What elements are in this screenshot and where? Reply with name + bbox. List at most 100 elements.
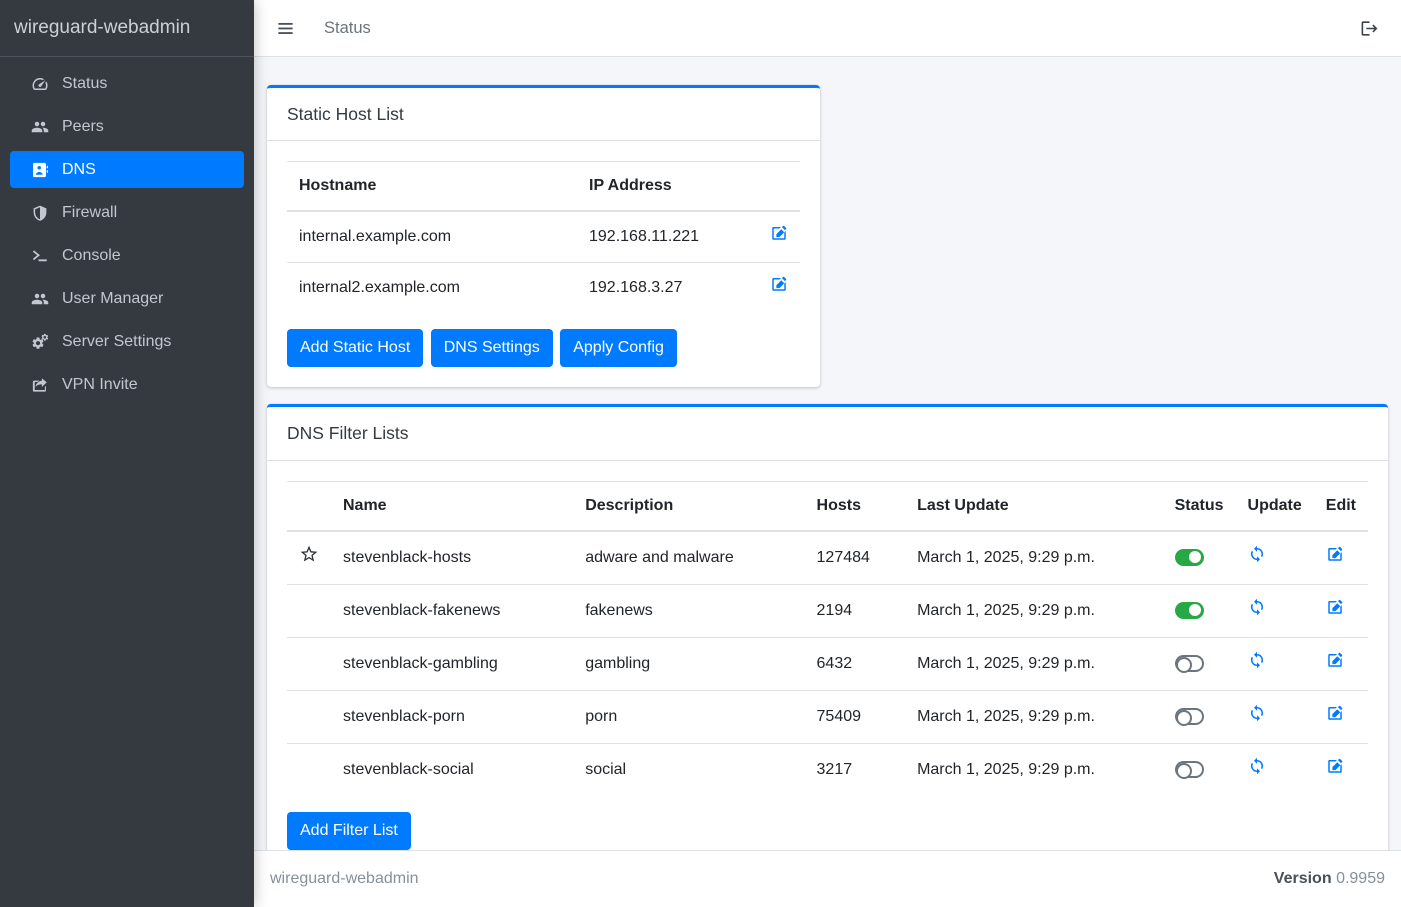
col-star: [287, 481, 331, 531]
filter-description-cell: social: [573, 743, 804, 796]
static-host-card-title: Static Host List: [267, 88, 820, 141]
filter-last-update-cell: March 1, 2025, 9:29 p.m.: [905, 690, 1163, 743]
filter-hosts-cell: 6432: [805, 637, 906, 690]
toggle-on-icon[interactable]: [1175, 549, 1204, 566]
ip-cell: 192.168.3.27: [577, 263, 758, 314]
sync-icon[interactable]: [1248, 545, 1266, 563]
filter-last-update-cell: March 1, 2025, 9:29 p.m.: [905, 584, 1163, 637]
tachometer-icon: [30, 75, 50, 93]
col-name: Name: [331, 481, 573, 531]
static-host-header-row: Hostname IP Address: [287, 162, 800, 212]
static-host-table: Hostname IP Address internal.example.com…: [287, 161, 800, 313]
star-icon: [299, 544, 319, 564]
sync-icon[interactable]: [1248, 651, 1266, 669]
sidebar-item-dns[interactable]: DNS: [10, 151, 244, 188]
toggle-off-icon[interactable]: [1175, 708, 1204, 725]
col-update: Update: [1236, 481, 1314, 531]
col-hostname: Hostname: [287, 162, 577, 212]
dns-settings-button[interactable]: DNS Settings: [431, 329, 553, 367]
sync-icon[interactable]: [1248, 757, 1266, 775]
filter-hosts-cell: 3217: [805, 743, 906, 796]
filter-name-cell: stevenblack-gambling: [331, 637, 573, 690]
shield-icon: [30, 204, 50, 222]
users-icon: [30, 118, 50, 136]
add-filter-list-button[interactable]: Add Filter List: [287, 812, 411, 850]
toggle-on-icon[interactable]: [1175, 602, 1204, 619]
sidebar-item-peers[interactable]: Peers: [10, 108, 244, 145]
dns-filter-lists-card: DNS Filter Lists Name Description Hosts: [267, 404, 1388, 850]
filter-hosts-cell: 127484: [805, 531, 906, 585]
edit-icon[interactable]: [1326, 704, 1344, 722]
topbar-title[interactable]: Status: [324, 16, 371, 41]
sidebar-item-status[interactable]: Status: [10, 65, 244, 102]
filter-last-update-cell: March 1, 2025, 9:29 p.m.: [905, 637, 1163, 690]
footer: wireguard-webadmin Version 0.9959: [254, 850, 1401, 907]
col-description: Description: [573, 481, 804, 531]
static-host-row: internal2.example.com 192.168.3.27: [287, 263, 800, 314]
dns-filter-table: Name Description Hosts Last Update Statu…: [287, 481, 1368, 796]
sync-icon[interactable]: [1248, 598, 1266, 616]
toggle-off-icon[interactable]: [1175, 655, 1204, 672]
add-static-host-button[interactable]: Add Static Host: [287, 329, 423, 367]
terminal-icon: [30, 247, 50, 265]
topbar: Status: [254, 0, 1401, 57]
address-book-icon: [30, 161, 50, 179]
static-host-row: internal.example.com 192.168.11.221: [287, 211, 800, 263]
sync-icon[interactable]: [1248, 704, 1266, 722]
edit-icon[interactable]: [770, 275, 788, 293]
filter-list-row: stevenblack-fakenews fakenews 2194 March…: [287, 584, 1368, 637]
filter-name-cell: stevenblack-hosts: [331, 531, 573, 585]
content: Static Host List Hostname IP Address int…: [254, 57, 1401, 850]
filter-hosts-cell: 75409: [805, 690, 906, 743]
logout-icon[interactable]: [1360, 19, 1379, 38]
share-square-icon: [30, 376, 50, 394]
cogs-icon: [30, 333, 50, 351]
edit-icon[interactable]: [1326, 757, 1344, 775]
hostname-cell: internal.example.com: [287, 211, 577, 263]
sidebar-item-firewall[interactable]: Firewall: [10, 194, 244, 231]
filter-last-update-cell: March 1, 2025, 9:29 p.m.: [905, 531, 1163, 585]
dns-filter-lists-title: DNS Filter Lists: [267, 407, 1388, 460]
edit-icon[interactable]: [1326, 598, 1344, 616]
filter-hosts-cell: 2194: [805, 584, 906, 637]
filter-list-row: stevenblack-gambling gambling 6432 March…: [287, 637, 1368, 690]
filter-name-cell: stevenblack-fakenews: [331, 584, 573, 637]
sidebar-nav: Status Peers DNS Firewall Console User M…: [0, 57, 254, 417]
filter-list-row: stevenblack-porn porn 75409 March 1, 202…: [287, 690, 1368, 743]
footer-version-label: Version: [1274, 870, 1332, 887]
main-column: Status Static Host List Hostname IP Addr…: [254, 0, 1401, 907]
edit-icon[interactable]: [770, 224, 788, 242]
edit-icon[interactable]: [1326, 545, 1344, 563]
sidebar: wireguard-webadmin Status Peers DNS Fire…: [0, 0, 254, 907]
ip-cell: 192.168.11.221: [577, 211, 758, 263]
filter-description-cell: porn: [573, 690, 804, 743]
sidebar-item-user-manager[interactable]: User Manager: [10, 280, 244, 317]
filter-list-row: stevenblack-social social 3217 March 1, …: [287, 743, 1368, 796]
col-hosts: Hosts: [805, 481, 906, 531]
filter-name-cell: stevenblack-porn: [331, 690, 573, 743]
edit-icon[interactable]: [1326, 651, 1344, 669]
footer-brand: wireguard-webadmin: [270, 867, 419, 891]
filter-last-update-cell: March 1, 2025, 9:29 p.m.: [905, 743, 1163, 796]
col-last-update: Last Update: [905, 481, 1163, 531]
footer-version: Version 0.9959: [1274, 867, 1385, 891]
brand-title[interactable]: wireguard-webadmin: [0, 0, 254, 57]
sidebar-item-vpn-invite[interactable]: VPN Invite: [10, 366, 244, 403]
filter-description-cell: fakenews: [573, 584, 804, 637]
col-ip: IP Address: [577, 162, 758, 212]
sidebar-item-server-settings[interactable]: Server Settings: [10, 323, 244, 360]
apply-config-button[interactable]: Apply Config: [560, 329, 677, 367]
filter-list-row: stevenblack-hosts adware and malware 127…: [287, 531, 1368, 585]
filter-description-cell: gambling: [573, 637, 804, 690]
col-host-edit: [758, 162, 800, 212]
static-host-card: Static Host List Hostname IP Address int…: [267, 85, 820, 387]
toggle-off-icon[interactable]: [1175, 761, 1204, 778]
filter-header-row: Name Description Hosts Last Update Statu…: [287, 481, 1368, 531]
hostname-cell: internal2.example.com: [287, 263, 577, 314]
col-edit: Edit: [1314, 481, 1368, 531]
footer-version-value: 0.9959: [1336, 870, 1385, 887]
sidebar-item-console[interactable]: Console: [10, 237, 244, 274]
col-status: Status: [1163, 481, 1236, 531]
menu-toggle-icon[interactable]: [276, 19, 295, 38]
filter-description-cell: adware and malware: [573, 531, 804, 585]
